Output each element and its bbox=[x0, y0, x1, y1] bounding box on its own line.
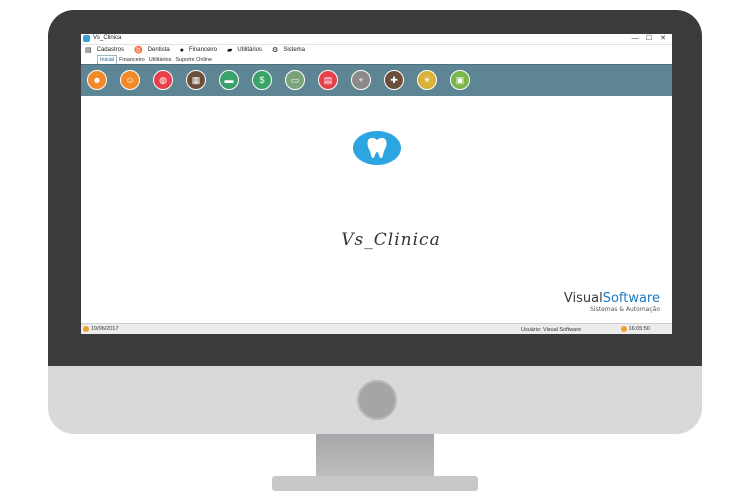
dentist-button[interactable]: ☺ bbox=[120, 70, 140, 90]
status-time: 16:05:50 bbox=[620, 326, 650, 332]
menu-bar: ▤ Cadastros ♉ Dentista ● Financeiro ▰ Ut… bbox=[81, 45, 672, 55]
lightbulb-button[interactable]: ☀ bbox=[417, 70, 437, 90]
menu-cadastros[interactable]: ▤ Cadastros bbox=[85, 46, 124, 54]
status-bar: 19/06/2017 Usuário: Visual Software 16:0… bbox=[81, 323, 672, 334]
tab-financeiro[interactable]: Financeiro bbox=[117, 56, 147, 64]
briefcase-icon: ▰ bbox=[226, 47, 233, 54]
medical-kit-button[interactable]: ✚ bbox=[384, 70, 404, 90]
clock-icon bbox=[620, 326, 627, 332]
brand-tagline: Sistemas & Automação bbox=[590, 306, 660, 313]
tooth-logo-icon bbox=[353, 131, 401, 165]
menu-financeiro[interactable]: ● Financeiro bbox=[180, 47, 217, 54]
menu-utilitarios[interactable]: ▰ Utilitários bbox=[227, 46, 262, 54]
menu-dentista[interactable]: ♉ Dentista bbox=[134, 46, 170, 54]
toolbar: ☻ ☺ ◍ ▦ ▬ $ ▭ ▤ + ✚ ☀ ▣ bbox=[81, 64, 672, 97]
menu-label: Cadastros bbox=[96, 47, 124, 53]
window-title: Vs_Clinica bbox=[93, 35, 122, 41]
status-date-text: 19/06/2017 bbox=[91, 326, 119, 332]
minimize-button[interactable]: — bbox=[628, 34, 642, 44]
money-bag-button[interactable]: $ bbox=[252, 70, 272, 90]
folder-icon: ▤ bbox=[85, 47, 92, 54]
menu-sistema[interactable]: ⚙ Sistema bbox=[272, 46, 305, 54]
menu-label: Utilitários bbox=[237, 47, 263, 53]
visual-software-brand: VisualSoftware Sistemas & Automação bbox=[564, 292, 660, 314]
lock-button[interactable]: ▣ bbox=[450, 70, 470, 90]
title-bar: Vs_Clinica — ☐ ✕ bbox=[81, 34, 672, 45]
tab-suporte-online[interactable]: Suporte Online bbox=[173, 56, 214, 64]
tab-inicial[interactable]: Inicial bbox=[97, 55, 118, 64]
app-icon bbox=[83, 35, 90, 42]
gears-icon: ⚙ bbox=[272, 47, 279, 54]
brand-name: VisualSoftware bbox=[564, 292, 660, 306]
calendar-button[interactable]: ▦ bbox=[186, 70, 206, 90]
monitor-stand-neck bbox=[316, 434, 434, 478]
status-time-text: 16:05:50 bbox=[628, 326, 650, 332]
tooth-icon: ♉ bbox=[133, 47, 143, 54]
product-logo-text: Vs_Clinica bbox=[341, 230, 441, 250]
brand-name-part2: Software bbox=[602, 291, 660, 306]
close-button[interactable]: ✕ bbox=[656, 34, 670, 44]
brand-name-part1: Visual bbox=[563, 291, 603, 306]
menu-label: Financeiro bbox=[188, 47, 217, 53]
folder-button[interactable]: ▬ bbox=[219, 70, 239, 90]
monitor-logo bbox=[357, 380, 397, 420]
main-content bbox=[81, 96, 672, 321]
app-window: Vs_Clinica — ☐ ✕ ▤ Cadastros ♉ Dentista … bbox=[81, 34, 672, 334]
window-controls: — ☐ ✕ bbox=[628, 34, 670, 44]
add-button[interactable]: + bbox=[351, 70, 371, 90]
menu-label: Sistema bbox=[283, 47, 305, 53]
maximize-button[interactable]: ☐ bbox=[642, 34, 656, 44]
report-button[interactable]: ▤ bbox=[318, 70, 338, 90]
status-date: 19/06/2017 bbox=[83, 326, 119, 332]
ribbon-tabs: Inicial Financeiro Utilitários Suporte O… bbox=[97, 55, 214, 64]
calendar-icon bbox=[83, 326, 89, 332]
tooth-icon bbox=[367, 137, 387, 158]
dollar-icon: ● bbox=[179, 46, 184, 54]
tab-utilitarios[interactable]: Utilitários bbox=[147, 56, 174, 64]
menu-label: Dentista bbox=[147, 47, 170, 53]
patients-button[interactable]: ☻ bbox=[87, 70, 107, 90]
globe-button[interactable]: ◍ bbox=[153, 70, 173, 90]
cash-button[interactable]: ▭ bbox=[285, 70, 305, 90]
monitor-stand-base bbox=[272, 476, 478, 491]
status-user: Usuário: Visual Software bbox=[521, 327, 582, 333]
